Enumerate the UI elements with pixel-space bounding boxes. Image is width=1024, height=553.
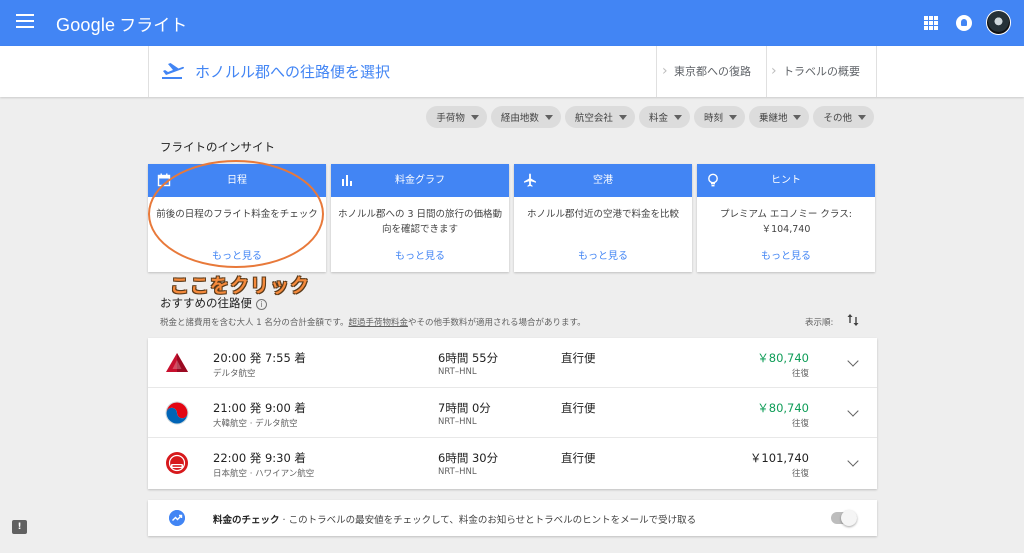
price-tracking-toggle[interactable] bbox=[831, 510, 857, 526]
feedback-icon[interactable] bbox=[12, 520, 27, 534]
app-bar: Google フライト bbox=[0, 0, 1024, 46]
insight-card-price-graph[interactable]: 料金グラフ ホノルル郡への 3 日間の旅行の価格動向を確認できます もっと見る bbox=[331, 164, 509, 272]
delta-logo bbox=[166, 353, 188, 372]
filter-price[interactable]: 料金 bbox=[638, 106, 690, 128]
info-icon[interactable]: i bbox=[256, 299, 267, 310]
flight-airline: 大韓航空 · デルタ航空 bbox=[213, 419, 298, 429]
dropdown-arrow-icon bbox=[858, 114, 866, 120]
filter-bar: 手荷物 経由地数 航空会社 料金 時刻 乗継地 その他 bbox=[426, 106, 874, 128]
card-description: ホノルル郡付近の空港で料金を比較 bbox=[526, 209, 679, 220]
price-tracking-bar: 料金のチェック · このトラベルの最安値をチェックして、料金のお知らせとトラベル… bbox=[148, 500, 877, 536]
flight-times: 22:00 発 9:30 着 bbox=[213, 451, 306, 465]
flight-row[interactable]: 22:00 発 9:30 着 日本航空 · ハワイアン航空 6時間 30分 NR… bbox=[148, 438, 877, 489]
flight-route: NRT–HNL bbox=[438, 367, 477, 377]
flight-stops: 直行便 bbox=[561, 401, 596, 415]
calendar-icon bbox=[157, 173, 171, 187]
tip-price: ￥104,740 bbox=[761, 224, 811, 235]
dropdown-arrow-icon bbox=[618, 114, 627, 120]
insight-card-tips[interactable]: ヒント プレミアム エコノミー クラス: ￥104,740 もっと見る bbox=[697, 164, 875, 272]
flight-row[interactable]: 21:00 発 9:00 着 大韓航空 · デルタ航空 7時間 0分 NRT–H… bbox=[148, 388, 877, 438]
card-description: ホノルル郡への 3 日間の旅行の価格動向を確認できます bbox=[337, 209, 503, 235]
flight-duration: 6時間 30分 bbox=[438, 451, 499, 465]
trending-icon bbox=[169, 510, 185, 526]
menu-icon[interactable] bbox=[16, 14, 34, 30]
expand-chevron-icon[interactable] bbox=[847, 405, 859, 417]
flight-airline: デルタ航空 bbox=[213, 369, 256, 379]
baggage-fees-link[interactable]: 超過手荷物料金 bbox=[348, 318, 408, 328]
trip-type: 往復 bbox=[791, 469, 809, 479]
recommended-heading: おすすめの往路便 i bbox=[160, 295, 267, 311]
app-logo[interactable]: Google フライト bbox=[56, 11, 187, 36]
apps-grid-icon[interactable] bbox=[924, 16, 938, 30]
flight-times: 21:00 発 9:00 着 bbox=[213, 401, 306, 415]
bar-chart-icon bbox=[342, 175, 352, 186]
insight-card-airports[interactable]: 空港 ホノルル郡付近の空港で料金を比較 もっと見る bbox=[514, 164, 692, 272]
trip-header: ホノルル郡への往路便を選択 › 東京都への復路 › トラベルの概要 bbox=[0, 46, 1024, 97]
filter-stops[interactable]: 経由地数 bbox=[490, 106, 561, 128]
filter-times[interactable]: 時刻 bbox=[693, 106, 745, 128]
avatar[interactable] bbox=[986, 10, 1011, 35]
card-title: ヒント bbox=[771, 175, 801, 186]
dropdown-arrow-icon bbox=[544, 114, 553, 120]
flight-duration: 7時間 0分 bbox=[438, 401, 491, 415]
page-title: ホノルル郡への往路便を選択 bbox=[195, 63, 391, 81]
filter-airlines[interactable]: 航空会社 bbox=[564, 106, 635, 128]
notifications-icon[interactable] bbox=[956, 15, 972, 31]
dropdown-arrow-icon bbox=[673, 114, 682, 120]
card-title: 日程 bbox=[227, 175, 247, 186]
breadcrumb-trip-summary[interactable]: › トラベルの概要 bbox=[771, 46, 860, 97]
price-note: 税金と諸費用を含む大人 1 名分の合計金額です。超過手荷物料金やその他手数料が適… bbox=[160, 318, 586, 328]
korean-air-logo bbox=[165, 401, 189, 425]
airplane-icon bbox=[524, 173, 536, 187]
google-wordmark: Google bbox=[56, 15, 116, 35]
flight-price: ￥80,740 bbox=[757, 401, 809, 415]
flight-duration: 6時間 55分 bbox=[438, 351, 499, 365]
card-title: 料金グラフ bbox=[395, 175, 445, 186]
expand-chevron-icon[interactable] bbox=[847, 355, 859, 367]
flight-route: NRT–HNL bbox=[438, 467, 477, 477]
flight-price: ￥101,740 bbox=[749, 451, 809, 465]
card-title: 空港 bbox=[593, 175, 613, 186]
insights-heading: フライトのインサイト bbox=[160, 140, 275, 154]
flight-list: 20:00 発 7:55 着 デルタ航空 6時間 55分 NRT–HNL 直行便… bbox=[148, 338, 877, 489]
departure-plane-icon bbox=[162, 63, 184, 79]
flight-price: ￥80,740 bbox=[757, 351, 809, 365]
breadcrumb-return-flight[interactable]: › 東京都への復路 bbox=[662, 46, 751, 97]
dropdown-arrow-icon bbox=[728, 114, 737, 120]
flight-row[interactable]: 20:00 発 7:55 着 デルタ航空 6時間 55分 NRT–HNL 直行便… bbox=[148, 338, 877, 388]
dropdown-arrow-icon bbox=[470, 114, 479, 120]
see-more-link[interactable]: もっと見る bbox=[697, 247, 875, 262]
product-name: フライト bbox=[119, 16, 188, 36]
flight-stops: 直行便 bbox=[561, 351, 596, 365]
expand-chevron-icon[interactable] bbox=[847, 455, 859, 467]
filter-connecting-airports[interactable]: 乗継地 bbox=[748, 106, 810, 128]
flight-stops: 直行便 bbox=[561, 451, 596, 465]
card-description: プレミアム エコノミー クラス: ￥104,740 bbox=[697, 197, 875, 247]
see-more-link[interactable]: もっと見る bbox=[331, 247, 509, 262]
filter-more[interactable]: その他 bbox=[813, 106, 874, 128]
price-tracking-text: 料金のチェック · このトラベルの最安値をチェックして、料金のお知らせとトラベル… bbox=[213, 515, 697, 526]
trip-type: 往復 bbox=[791, 369, 809, 379]
sort-icon[interactable] bbox=[846, 313, 860, 327]
see-more-link[interactable]: もっと見る bbox=[514, 247, 692, 262]
tip-text: プレミアム エコノミー クラス: bbox=[720, 209, 852, 220]
sort-label: 表示順: bbox=[805, 318, 834, 328]
lightbulb-icon bbox=[708, 173, 718, 187]
flight-airline: 日本航空 · ハワイアン航空 bbox=[213, 469, 315, 479]
filter-baggage[interactable]: 手荷物 bbox=[426, 106, 487, 128]
trip-type: 往復 bbox=[791, 419, 809, 429]
dropdown-arrow-icon bbox=[793, 114, 802, 120]
flight-times: 20:00 発 7:55 着 bbox=[213, 351, 306, 365]
flight-route: NRT–HNL bbox=[438, 417, 477, 427]
annotation-label: ここをクリック bbox=[170, 275, 311, 297]
card-description: 前後の日程のフライト料金をチェック bbox=[156, 209, 318, 220]
jal-logo bbox=[166, 452, 188, 474]
insight-card-dates[interactable]: 日程 前後の日程のフライト料金をチェック もっと見る bbox=[148, 164, 326, 272]
see-more-link[interactable]: もっと見る bbox=[148, 247, 326, 262]
